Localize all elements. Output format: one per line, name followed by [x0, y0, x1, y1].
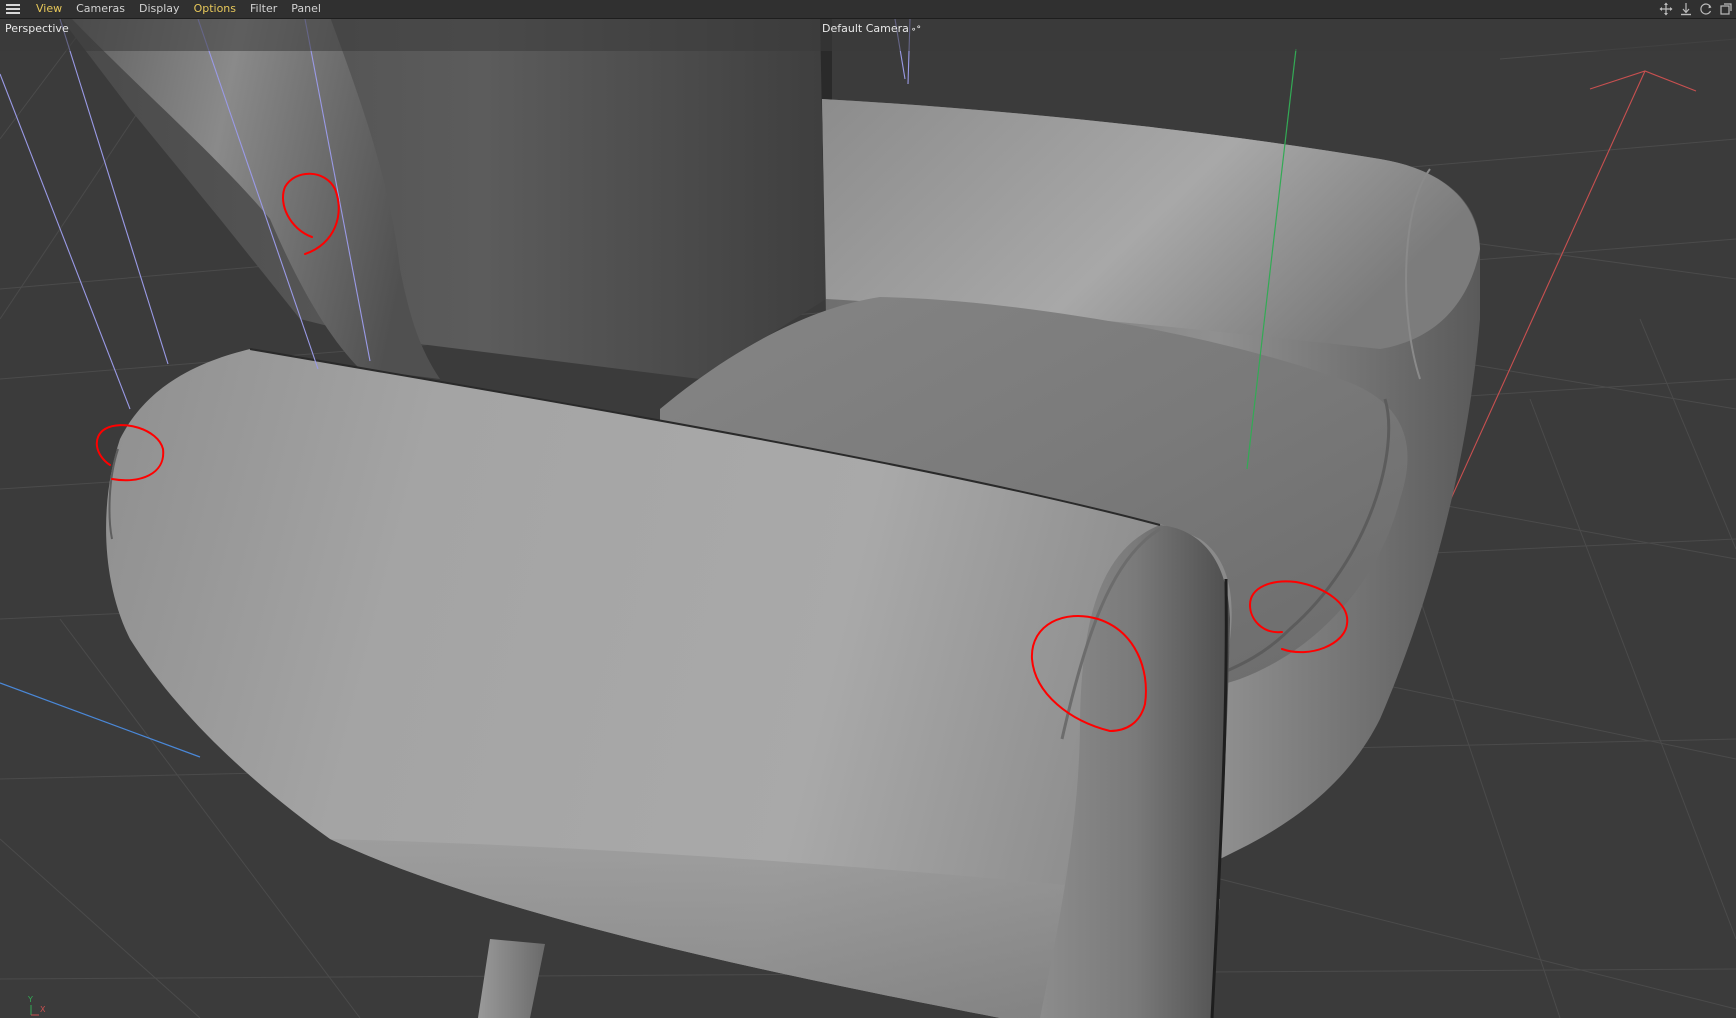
hamburger-menu-icon[interactable]	[6, 4, 20, 14]
menu-view[interactable]: View	[29, 0, 69, 18]
axis-gizmo-y-label: Y	[28, 995, 33, 1004]
perspective-viewport[interactable]: Perspective Default Camera ∘° Y X	[0, 19, 1736, 1018]
axis-gizmo: Y X	[26, 996, 56, 1016]
axis-gizmo-x-label: X	[40, 1005, 46, 1014]
dolly-view-icon[interactable]	[1678, 1, 1694, 17]
menu-options[interactable]: Options	[187, 0, 243, 18]
maximize-view-icon[interactable]	[1718, 1, 1734, 17]
menu-cameras[interactable]: Cameras	[69, 0, 132, 18]
menu-filter[interactable]: Filter	[243, 0, 284, 18]
active-camera-label[interactable]: Default Camera ∘°	[822, 22, 921, 35]
viewport-nav-icons	[1658, 0, 1736, 18]
move-view-icon[interactable]	[1658, 1, 1674, 17]
menu-display[interactable]: Display	[132, 0, 187, 18]
menu-panel[interactable]: Panel	[284, 0, 328, 18]
viewport-menu-bar: View Cameras Display Options Filter Pane…	[0, 0, 1736, 19]
viewport-scene	[0, 19, 1736, 1018]
camera-name: Default Camera	[822, 22, 909, 35]
camera-indicator-icon: ∘°	[910, 25, 921, 35]
cinema4d-viewport-window: View Cameras Display Options Filter Pane…	[0, 0, 1736, 1018]
rotate-view-icon[interactable]	[1698, 1, 1714, 17]
view-name-label: Perspective	[5, 22, 69, 35]
